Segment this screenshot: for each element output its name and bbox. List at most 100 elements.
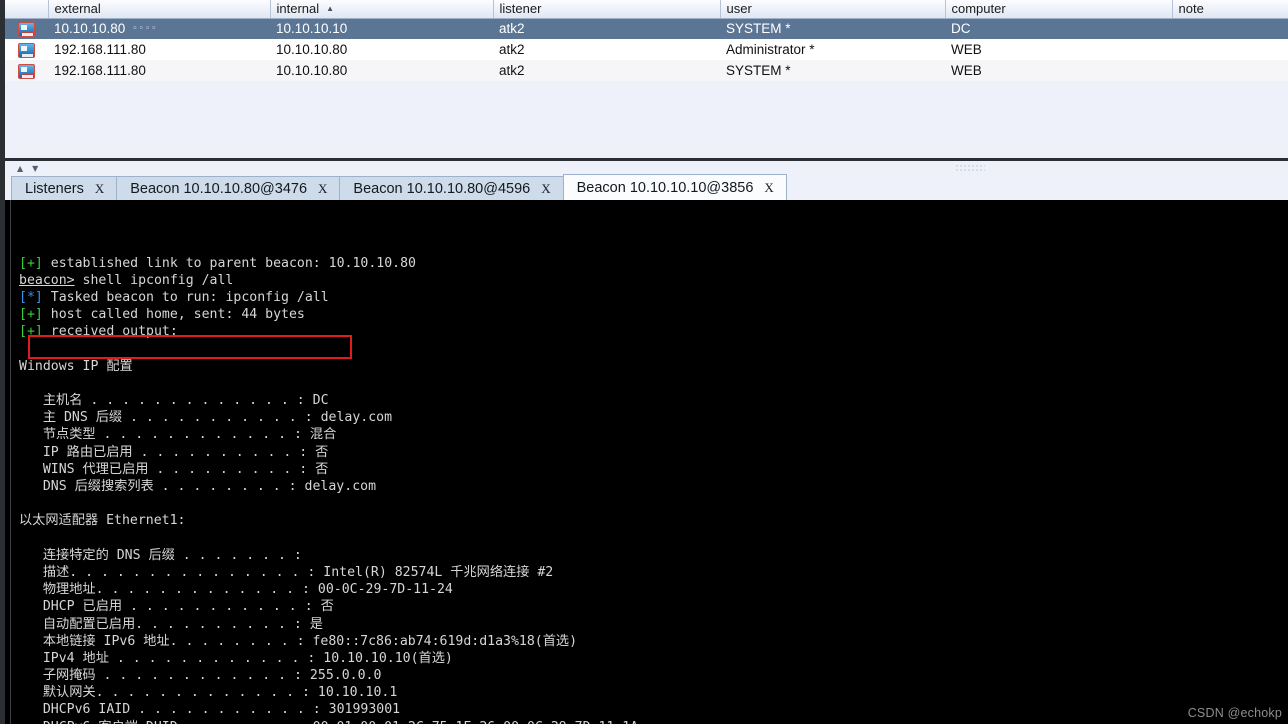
cell-external: 10.10.10.80 ◦◦◦◦ [48, 18, 270, 39]
console-line-text: IPv4 地址 . . . . . . . . . . . . : 10.10.… [19, 650, 453, 666]
table-row[interactable]: 10.10.10.80 ◦◦◦◦ 10.10.10.10 atk2 SYSTEM … [5, 18, 1288, 39]
splitter-grip-handle[interactable] [955, 164, 985, 172]
console-line: 以太网适配器 Ethernet1: [19, 512, 1288, 529]
console-line-text: received output: [42, 324, 178, 340]
tab-bar: Listeners X Beacon 10.10.10.80@3476 X Be… [0, 174, 1288, 200]
column-header-note[interactable]: note [1172, 0, 1288, 19]
cobalt-strike-window: external internal ▲ listener user compute… [0, 0, 1288, 724]
console-line: 物理地址. . . . . . . . . . . . . : 00-0C-29… [19, 581, 1288, 598]
console-line-text: IP 路由已启用 . . . . . . . . . . : 否 [19, 444, 329, 460]
console-line-text: 物理地址. . . . . . . . . . . . . : 00-0C-29… [19, 582, 453, 598]
cell-internal: 10.10.10.80 [270, 60, 493, 81]
cell-external-value: 10.10.10.80 [54, 21, 126, 37]
console-line: [+] received output: [19, 323, 1288, 340]
cell-external: 192.168.111.80 [48, 39, 270, 60]
tab-beacon-3476[interactable]: Beacon 10.10.10.80@3476 X [116, 176, 341, 200]
console-line-text: 本地链接 IPv6 地址. . . . . . . . : fe80::7c86… [19, 633, 578, 649]
cell-user: SYSTEM * [720, 60, 945, 81]
console-line: 描述. . . . . . . . . . . . . . . : Intel(… [19, 564, 1288, 581]
close-icon[interactable]: X [95, 181, 104, 197]
console-line: IPv4 地址 . . . . . . . . . . . . : 10.10.… [19, 650, 1288, 667]
console-line: [+] established link to parent beacon: 1… [19, 255, 1288, 272]
console-line-text: host called home, sent: 44 bytes [42, 307, 305, 323]
beacon-table[interactable]: external internal ▲ listener user compute… [5, 0, 1288, 95]
cell-internal: 10.10.10.80 [270, 39, 493, 60]
console-line: 连接特定的 DNS 后缀 . . . . . . . : [19, 547, 1288, 564]
console-line-text: 子网掩码 . . . . . . . . . . . . : 255.0.0.0 [19, 668, 382, 684]
console-line: 主 DNS 后缀 . . . . . . . . . . . : delay.c… [19, 409, 1288, 426]
panel-splitter[interactable]: ▲▼ [0, 158, 1288, 174]
column-header-note-label: note [1178, 1, 1204, 17]
console-line-text: 描述. . . . . . . . . . . . . . . : Intel(… [19, 564, 554, 580]
cell-computer: WEB [945, 60, 1172, 81]
column-header-user[interactable]: user [720, 0, 946, 19]
column-header-internal[interactable]: internal ▲ [270, 0, 494, 19]
table-row[interactable]: 192.168.111.80 10.10.10.80 atk2 Administ… [5, 39, 1288, 60]
splitter-collapse-arrows[interactable]: ▲▼ [17, 164, 47, 173]
tab-listeners[interactable]: Listeners X [11, 176, 118, 200]
console-line-text: DNS 后缀搜索列表 . . . . . . . . : delay.com [19, 479, 377, 495]
console-line-text: DHCPv6 IAID . . . . . . . . . . . : 3019… [19, 702, 401, 718]
console-line: beacon> shell ipconfig /all [19, 272, 1288, 289]
close-icon[interactable]: X [318, 181, 327, 197]
console-line: DHCP 已启用 . . . . . . . . . . . : 否 [19, 598, 1288, 615]
console-line: 主机名 . . . . . . . . . . . . . : DC [19, 392, 1288, 409]
beacon-table-header-row: external internal ▲ listener user compute… [5, 0, 1288, 19]
host-monitor-icon [18, 42, 35, 58]
table-row[interactable]: 192.168.111.80 10.10.10.80 atk2 SYSTEM *… [5, 60, 1288, 81]
console-line: 节点类型 . . . . . . . . . . . . : 混合 [19, 426, 1288, 443]
console-line-text: Windows IP 配置 [19, 358, 133, 374]
console-line-tag: [*] [19, 289, 43, 305]
cell-note [1172, 18, 1288, 39]
row-icon-cell [5, 60, 48, 81]
tab-beacon-3856[interactable]: Beacon 10.10.10.10@3856 X [562, 174, 787, 200]
sort-ascending-icon: ▲ [326, 4, 335, 14]
chevron-down-icon[interactable]: ▼ [32, 164, 47, 173]
column-header-computer-label: computer [951, 1, 1006, 17]
row-icon-cell [5, 18, 48, 39]
console-line: DHCPv6 IAID . . . . . . . . . . . : 3019… [19, 701, 1288, 718]
console-line: DNS 后缀搜索列表 . . . . . . . . : delay.com [19, 478, 1288, 495]
beacon-table-panel: external internal ▲ listener user compute… [0, 0, 1288, 158]
console-line-text: 自动配置已启用. . . . . . . . . . : 是 [19, 616, 323, 632]
cell-listener: atk2 [493, 18, 720, 39]
console-left-gutter [10, 200, 14, 724]
cell-note [1172, 39, 1288, 60]
console-line-tag: beacon> [19, 272, 75, 288]
host-monitor-icon [18, 21, 35, 37]
console-line: WINS 代理已启用 . . . . . . . . . : 否 [19, 461, 1288, 478]
console-line: 子网掩码 . . . . . . . . . . . . : 255.0.0.0 [19, 667, 1288, 684]
cell-computer: WEB [945, 39, 1172, 60]
console-line: [*] Tasked beacon to run: ipconfig /all [19, 289, 1288, 306]
column-header-icon [5, 0, 49, 19]
console-line: 本地链接 IPv6 地址. . . . . . . . : fe80::7c86… [19, 633, 1288, 650]
column-header-internal-label: internal [276, 1, 320, 17]
column-header-external-label: external [54, 1, 101, 17]
row-icon-cell [5, 39, 48, 60]
tab-label: Beacon 10.10.10.80@4596 [353, 180, 531, 197]
console-line: DHCPv6 客户端 DUID . . . . . . . : 00-01-00… [19, 719, 1288, 724]
column-header-user-label: user [726, 1, 752, 17]
cell-note [1172, 60, 1288, 81]
chevron-up-icon[interactable]: ▲ [17, 164, 32, 173]
console-line-list: [+] established link to parent beacon: 1… [19, 255, 1288, 724]
console-line: 自动配置已启用. . . . . . . . . . : 是 [19, 616, 1288, 633]
column-header-external[interactable]: external [48, 0, 271, 19]
close-icon[interactable]: X [764, 180, 773, 196]
cell-listener: atk2 [493, 39, 720, 60]
tab-beacon-4596[interactable]: Beacon 10.10.10.80@4596 X [339, 176, 564, 200]
console-line-tag: [+] [19, 255, 43, 271]
tab-label: Listeners [25, 180, 84, 197]
console-line-text: DHCP 已启用 . . . . . . . . . . . : 否 [19, 599, 334, 615]
tab-label: Beacon 10.10.10.80@3476 [130, 180, 308, 197]
tab-label: Beacon 10.10.10.10@3856 [576, 179, 754, 196]
close-icon[interactable]: X [541, 181, 550, 197]
cell-user: SYSTEM * [720, 18, 945, 39]
column-header-listener[interactable]: listener [493, 0, 721, 19]
beacon-console-output[interactable]: [+] established link to parent beacon: 1… [0, 200, 1288, 724]
column-header-computer[interactable]: computer [945, 0, 1173, 19]
console-line-text: 以太网适配器 Ethernet1: [19, 513, 186, 529]
